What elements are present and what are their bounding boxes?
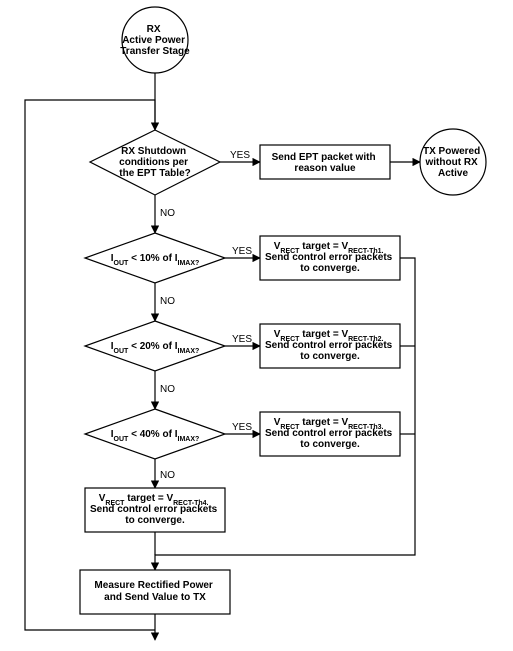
node-d_20: IOUT < 20% of IIMAX? [85, 321, 225, 371]
node-p_th2: VRECT target = VRECT-Th2. Send control e… [260, 324, 400, 368]
label-no-3: NO [160, 384, 175, 395]
node-d_ept: RX Shutdown conditions per the EPT Table… [90, 130, 220, 195]
label-no-1: NO [160, 208, 175, 219]
label-no-2: NO [160, 296, 175, 307]
label-yes-1: YES [230, 150, 250, 161]
node-d_10: IOUT < 10% of IIMAX? [85, 233, 225, 283]
label-yes-2: YES [232, 246, 252, 257]
label-yes-3: YES [232, 334, 252, 345]
node-p_th3: VRECT target = VRECT-Th3. Send control e… [260, 412, 400, 456]
svg-text:Measure Rectified Power: Measure Rectified Power and Send Value t… [94, 580, 215, 603]
node-d_40: IOUT < 40% of IIMAX? [85, 409, 225, 459]
label-no-4: NO [160, 470, 175, 481]
node-p_th4: VRECT target = VRECT-Th4. Send control e… [85, 488, 225, 532]
node-end_tx: TX Powered without RX Active [420, 129, 486, 195]
node-p_ept: Send EPT packet with reason value [260, 145, 390, 179]
node-start: RX Active Power Transfer Stage [120, 7, 190, 73]
node-p_th1: VRECT target = VRECT-Th1. Send control e… [260, 236, 400, 280]
svg-text:RX Shutdown conditions p: RX Shutdown conditions per the EPT Table… [119, 146, 191, 179]
label-yes-4: YES [232, 422, 252, 433]
node-p_meas: Measure Rectified Power and Send Value t… [80, 570, 230, 614]
